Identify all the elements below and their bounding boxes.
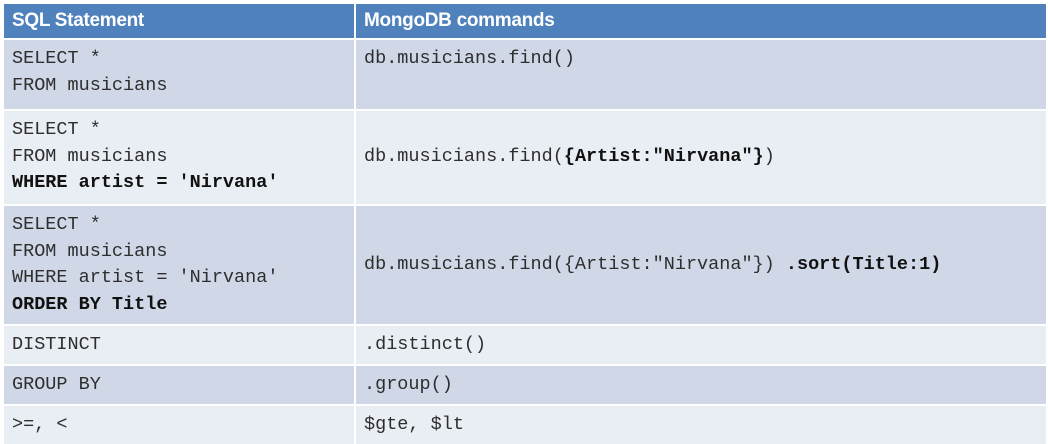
sql-line: SELECT * [12,214,101,235]
sql-cell-select-all: SELECT * FROM musicians [4,40,354,109]
sql-cell-operators: >=, < [4,406,354,444]
mongo-command-highlight: .sort(Title:1) [785,253,942,275]
sql-line-highlight: WHERE artist = 'Nirvana' [12,172,279,193]
sql-line: FROM musicians [12,145,168,167]
mongo-command-part: ) [763,146,775,168]
sql-header: SQL Statement [4,4,354,38]
mongo-cell-group: .group() [356,366,1046,404]
mongo-command: .distinct() [364,333,487,355]
sql-keyword: >=, < [12,413,68,435]
mongo-command-part: db.musicians.find( [364,146,564,168]
sql-line: WHERE artist = 'Nirvana' [12,267,279,288]
mongo-command-highlight: {Artist:"Nirvana"} [563,146,764,168]
mongo-command: .group() [364,373,453,395]
mongo-cell-distinct: .distinct() [356,326,1046,364]
mongo-command-part: db.musicians.find({Artist:"Nirvana"}) [364,253,786,275]
sql-keyword: GROUP BY [12,373,101,395]
sql-line: FROM musicians [12,240,168,262]
sql-cell-distinct: DISTINCT [4,326,354,364]
sql-cell-group-by: GROUP BY [4,366,354,404]
mongo-cell-operators: $gte, $lt [356,406,1046,444]
mongo-cell-find-sort: db.musicians.find({Artist:"Nirvana"}) .s… [356,206,1046,324]
mongo-header: MongoDB commands [356,4,1046,38]
comparison-table: SQL Statement MongoDB commands SELECT * … [4,4,1046,444]
mongo-cell-find-filter: db.musicians.find({Artist:"Nirvana"}) [356,111,1046,204]
sql-cell-where: SELECT * FROM musicians WHERE artist = '… [4,111,354,204]
sql-line: FROM musicians [12,74,168,96]
sql-line: SELECT * [12,48,101,69]
mongo-command: db.musicians.find() [364,48,575,69]
sql-keyword: DISTINCT [12,333,101,355]
sql-line-highlight: ORDER BY Title [12,293,168,315]
sql-line: SELECT * [12,119,101,140]
sql-cell-order-by: SELECT * FROM musicians WHERE artist = '… [4,206,354,324]
mongo-command: $gte, $lt [364,413,464,435]
mongo-cell-find-all: db.musicians.find() [356,40,1046,109]
